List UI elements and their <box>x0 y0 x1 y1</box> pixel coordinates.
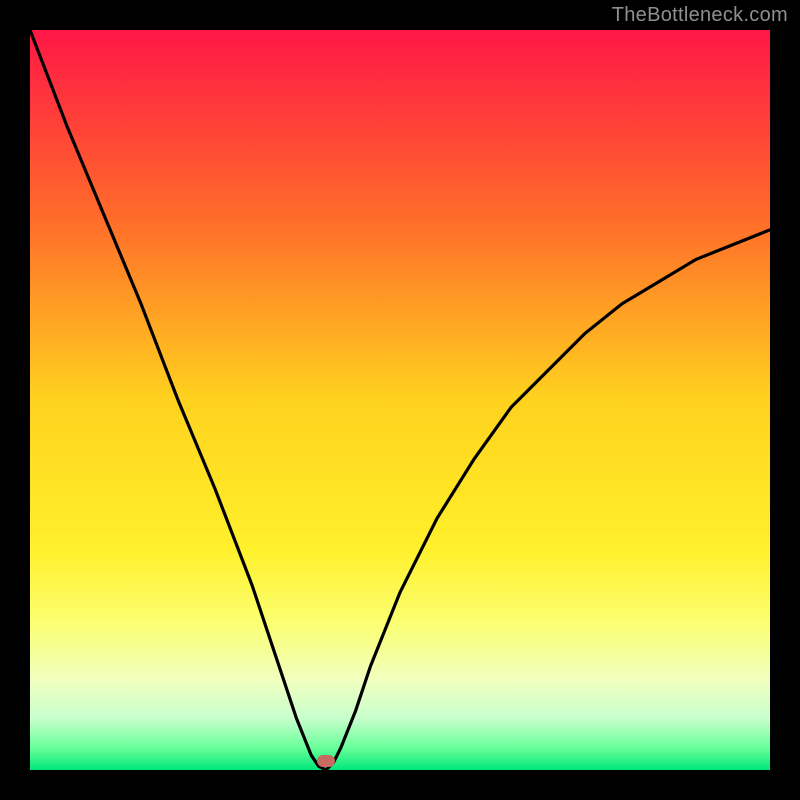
chart-frame: TheBottleneck.com <box>0 0 800 800</box>
watermark-text: TheBottleneck.com <box>612 4 788 27</box>
curve-svg <box>30 30 770 770</box>
bottleneck-curve <box>30 30 770 770</box>
plot-area <box>30 30 770 770</box>
minimum-marker <box>317 755 335 767</box>
